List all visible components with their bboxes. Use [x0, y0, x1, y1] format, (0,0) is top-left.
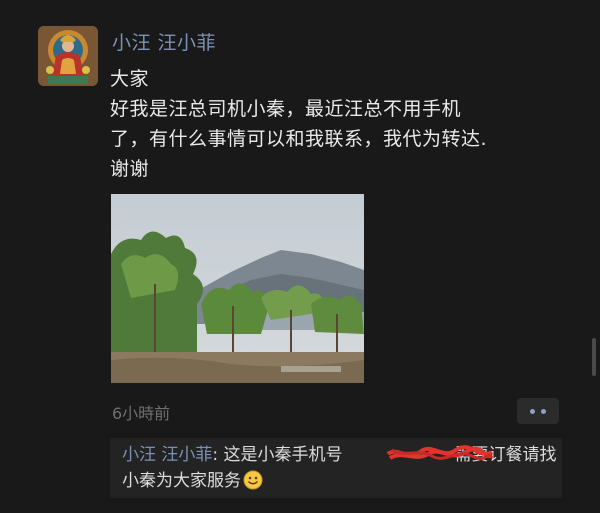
- moments-feed: 小汪 汪小菲 大家 好我是汪总司机小秦，最近汪总不用手机 了，有什么事情可以和我…: [0, 0, 600, 513]
- dot-icon: [530, 409, 535, 414]
- comment-text-before: 这是小秦手机号: [223, 445, 343, 465]
- post-text: 大家 好我是汪总司机小秦，最近汪总不用手机 了，有什么事情可以和我联系，我代为转…: [110, 64, 570, 184]
- post-line: 了，有什么事情可以和我联系，我代为转达.: [110, 128, 488, 150]
- author-name[interactable]: 小汪 汪小菲: [112, 28, 216, 55]
- comment-separator: :: [212, 445, 224, 465]
- redaction-scribble: [386, 445, 494, 461]
- more-dots-icon[interactable]: [517, 398, 559, 424]
- avatar-image: [38, 26, 98, 86]
- comment[interactable]: 小汪 汪小菲: 这是小秦手机号 需要订餐请找小秦为大家服务: [122, 442, 562, 494]
- post-time: 6小時前: [112, 404, 171, 423]
- post-line: 好我是汪总司机小秦，最近汪总不用手机: [110, 98, 462, 120]
- comment-author[interactable]: 小汪 汪小菲: [122, 445, 212, 465]
- dot-icon: [541, 409, 546, 414]
- smiley-face-icon: [243, 470, 263, 490]
- landscape-photo-icon: [111, 194, 364, 383]
- post-line: 大家: [110, 68, 150, 90]
- post-photo[interactable]: [111, 194, 364, 383]
- post-line: 谢谢: [110, 158, 150, 180]
- avatar[interactable]: [38, 26, 98, 86]
- scrollbar[interactable]: [592, 338, 596, 376]
- comment-section: 小汪 汪小菲: 这是小秦手机号 需要订餐请找小秦为大家服务: [110, 438, 562, 498]
